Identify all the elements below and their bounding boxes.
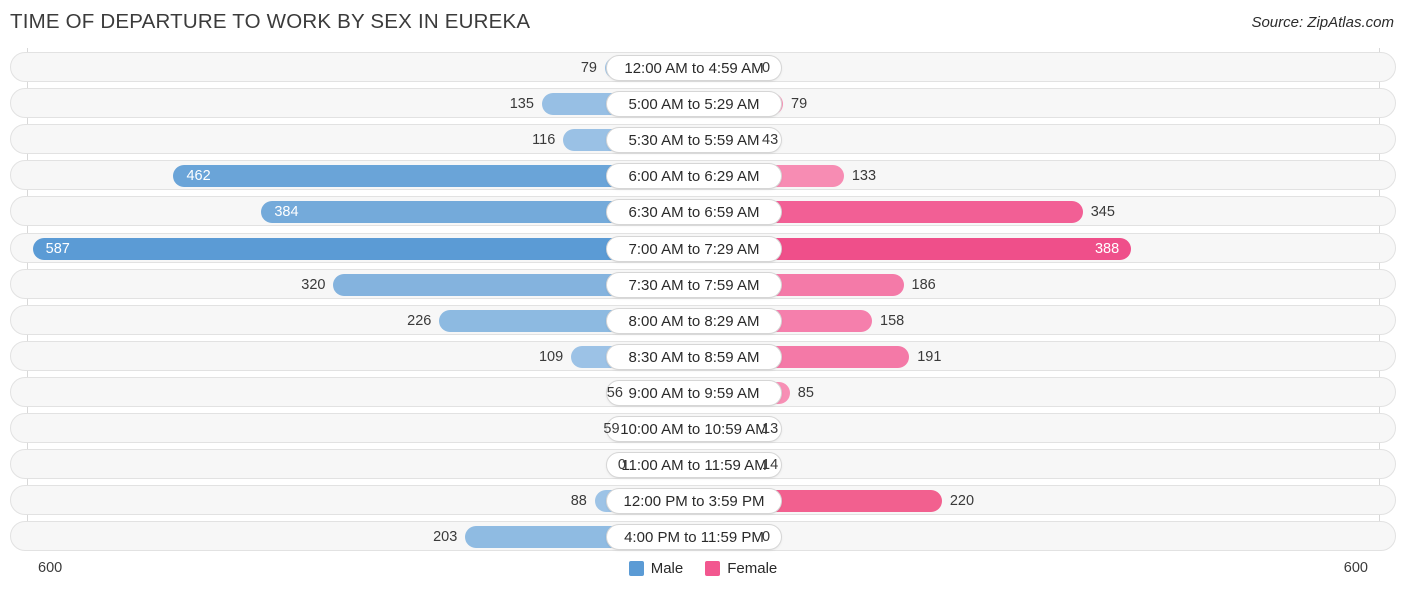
- table-row[interactable]: 10:00 AM to 10:59 AM 59 13: [10, 413, 1396, 443]
- chart-footer: 600 600 Male Female: [0, 556, 1406, 595]
- bar-value-male: 0: [617, 457, 626, 474]
- bar-value-male: 320: [301, 276, 326, 293]
- bar-value-male: 116: [532, 132, 556, 149]
- bar-male[interactable]: [32, 237, 694, 260]
- bar-value-male: 226: [407, 312, 432, 329]
- source-attribution: Source: ZipAtlas.com: [1251, 14, 1394, 31]
- table-row[interactable]: 8:00 AM to 8:29 AM 226 158: [10, 304, 1396, 335]
- table-row[interactable]: 12:00 PM to 3:59 PM 88 220: [10, 485, 1396, 516]
- bar-value-female: 85: [797, 384, 814, 401]
- category-label: 4:00 PM to 11:59 PM: [606, 524, 782, 551]
- legend-label-female: Female: [727, 560, 778, 577]
- bar-value-male: 109: [538, 348, 564, 365]
- legend-label-male: Male: [650, 560, 684, 577]
- bar-value-female: 388: [1094, 240, 1120, 257]
- category-label: 5:30 AM to 5:59 AM: [606, 127, 782, 154]
- table-row[interactable]: 12:00 AM to 4:59 AM 79 0: [10, 52, 1396, 82]
- table-row[interactable]: 7:30 AM to 7:59 AM 320 186: [10, 268, 1396, 299]
- table-row[interactable]: 6:30 AM to 6:59 AM 384 345: [10, 196, 1396, 227]
- chart-header: TIME OF DEPARTURE TO WORK BY SEX IN EURE…: [0, 0, 1406, 44]
- bar-value-female: 0: [762, 60, 771, 76]
- table-row[interactable]: 9:00 AM to 9:59 AM 56 85: [10, 376, 1396, 407]
- bar-value-male: 79: [580, 60, 597, 76]
- chart-plot-area: 12:00 AM to 4:59 AM 79 0 5:00 AM to 5:29 AM…: [0, 48, 1406, 552]
- bar-value-male: 587: [45, 240, 70, 257]
- legend-swatch-female: [705, 561, 721, 576]
- bar-value-female: 14: [762, 457, 779, 474]
- category-label: 9:00 AM to 9:59 AM: [606, 379, 782, 406]
- bar-value-male: 88: [570, 493, 587, 510]
- chart-legend: Male Female: [0, 560, 1406, 577]
- category-label: 8:30 AM to 8:59 AM: [606, 343, 782, 370]
- bar-value-female: 0: [762, 529, 771, 546]
- bar-value-male: 384: [274, 204, 299, 221]
- category-label: 12:00 AM to 4:59 AM: [606, 55, 782, 81]
- bar-value-female: 79: [791, 96, 808, 113]
- table-row[interactable]: 8:30 AM to 8:59 AM 109 191: [10, 340, 1396, 371]
- category-label: 5:00 AM to 5:29 AM: [606, 91, 782, 118]
- category-label: 7:30 AM to 7:59 AM: [606, 271, 782, 298]
- category-label: 7:00 AM to 7:29 AM: [606, 235, 782, 262]
- legend-item-male[interactable]: Male: [628, 560, 684, 577]
- table-row[interactable]: 11:00 AM to 11:59 AM 0 14: [10, 449, 1396, 480]
- table-row[interactable]: 5:00 AM to 5:29 AM 135 79: [10, 88, 1396, 119]
- bar-value-male: 59: [603, 421, 620, 437]
- bar-value-male: 462: [186, 168, 211, 185]
- bar-value-female: 133: [851, 168, 877, 185]
- table-row[interactable]: 7:00 AM to 7:29 AM 587 388: [10, 232, 1396, 263]
- category-label: 12:00 PM to 3:59 PM: [606, 488, 782, 515]
- bar-value-female: 13: [762, 421, 779, 437]
- bar-value-female: 220: [949, 493, 975, 510]
- table-row[interactable]: 4:00 PM to 11:59 PM 203 0: [10, 521, 1396, 552]
- bar-value-female: 158: [880, 312, 905, 329]
- legend-swatch-male: [628, 561, 644, 576]
- legend-item-female[interactable]: Female: [705, 560, 777, 577]
- bar-value-female: 186: [911, 276, 936, 293]
- bar-value-female: 345: [1090, 204, 1115, 221]
- table-row[interactable]: 5:30 AM to 5:59 AM 116 43: [10, 124, 1396, 155]
- category-label: 11:00 AM to 11:59 AM: [606, 452, 782, 479]
- category-label: 6:30 AM to 6:59 AM: [606, 199, 782, 226]
- bar-value-male: 135: [509, 96, 534, 113]
- category-label: 8:00 AM to 8:29 AM: [606, 307, 782, 334]
- bar-value-male: 203: [433, 529, 458, 546]
- page-title: TIME OF DEPARTURE TO WORK BY SEX IN EURE…: [10, 10, 531, 33]
- bar-value-female: 43: [762, 132, 779, 149]
- bar-value-male: 56: [606, 384, 623, 401]
- table-row[interactable]: 6:00 AM to 6:29 AM 462 133: [10, 160, 1396, 191]
- category-label: 10:00 AM to 10:59 AM: [606, 416, 782, 442]
- category-label: 6:00 AM to 6:29 AM: [606, 163, 782, 190]
- bar-value-female: 191: [917, 348, 942, 365]
